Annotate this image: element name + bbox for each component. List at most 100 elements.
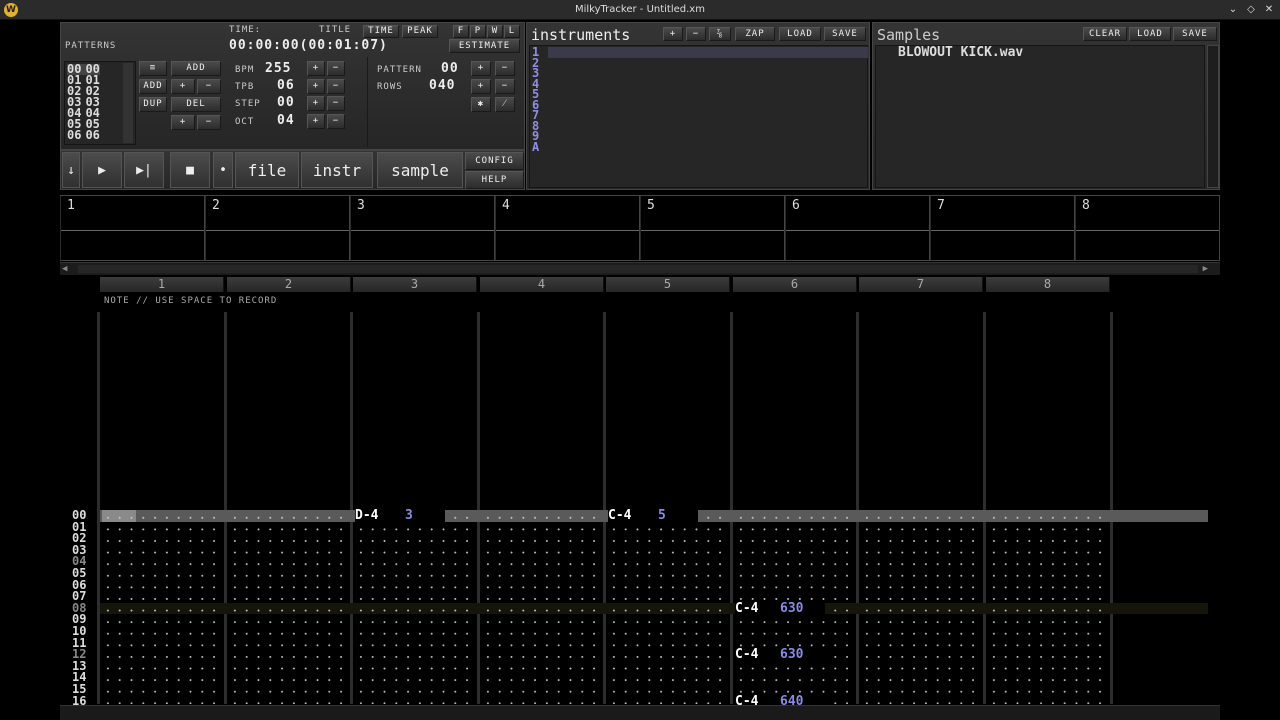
sample-load-button[interactable]: LOAD	[1129, 27, 1171, 41]
channel-scope[interactable]: 1	[60, 196, 205, 260]
expand-button[interactable]: ✱	[471, 97, 491, 112]
instruments-title: instruments	[531, 26, 631, 44]
bpm-label: BPM	[235, 65, 255, 75]
channel-header[interactable]: 1	[100, 277, 224, 292]
scope-waveline	[786, 230, 929, 231]
down-arrow-icon[interactable]: ↓	[62, 152, 80, 188]
bpm-value: 255	[265, 61, 292, 76]
add-order-button[interactable]: ADD	[139, 79, 167, 94]
channel-header[interactable]: 8	[986, 277, 1110, 292]
transport-bar: ↓ ▶ ▶| ■ • file instr sample CONFIG HELP	[60, 150, 525, 190]
peak-button[interactable]: PEAK	[402, 25, 438, 38]
tpb-minus-button[interactable]: −	[327, 79, 345, 94]
add-button[interactable]: ADD	[171, 61, 221, 76]
pattern-menu-button[interactable]: ≡	[139, 61, 167, 76]
rows-plus-button[interactable]: +	[471, 79, 491, 94]
note-cell[interactable]: C-4	[735, 647, 758, 662]
maximize-button[interactable]: ◇	[1244, 3, 1258, 17]
channel-scope[interactable]: 7	[930, 196, 1075, 260]
pattern-editor[interactable]: 00 01 02 03 04 05 06 07 08 09 10 11 12 13 14 15 16 D-4 3 C-…	[60, 312, 1210, 709]
pattern-plus-button[interactable]: +	[171, 115, 195, 130]
file-button[interactable]: file	[235, 152, 299, 188]
note-cell[interactable]: D-4	[355, 508, 378, 523]
channel-scope[interactable]: 6	[785, 196, 930, 260]
channel-scope[interactable]: 5	[640, 196, 785, 260]
channel-scope[interactable]: 2	[205, 196, 350, 260]
oct-minus-button[interactable]: −	[327, 114, 345, 129]
rows-minus-button[interactable]: −	[495, 79, 515, 94]
order-row[interactable]: 06 06	[67, 129, 100, 141]
sample-name[interactable]: BLOWOUT KICK.wav	[898, 46, 1023, 59]
instrument-cell[interactable]: 630	[780, 647, 803, 662]
f-button[interactable]: F	[453, 25, 469, 38]
instrument-minus-button[interactable]: −	[686, 27, 706, 41]
instrument-cell[interactable]: 5	[658, 508, 666, 523]
order-plus-button[interactable]: +	[171, 79, 195, 94]
note-cell[interactable]: C-4	[608, 508, 631, 523]
channel-header[interactable]: 3	[353, 277, 477, 292]
w-button[interactable]: W	[487, 25, 503, 38]
play-pattern-button[interactable]: ▶|	[124, 152, 164, 188]
minimize-button[interactable]: ⌄	[1226, 3, 1240, 17]
instrument-selection	[548, 47, 868, 58]
channel-header[interactable]: 4	[480, 277, 604, 292]
instrument-cell[interactable]: 3	[405, 508, 413, 523]
scroll-left-icon[interactable]: ◀	[62, 264, 67, 274]
stop-button[interactable]: ■	[170, 152, 210, 188]
sample-save-button[interactable]: SAVE	[1173, 27, 1217, 41]
instrument-load-button[interactable]: LOAD	[779, 27, 821, 41]
close-button[interactable]: ✕	[1262, 3, 1276, 17]
bottom-scrollbar[interactable]	[60, 705, 1220, 720]
instrument-cell[interactable]: 630	[780, 601, 803, 616]
channel-scope[interactable]: 3	[350, 196, 495, 260]
column-divider	[1110, 312, 1113, 704]
bpm-plus-button[interactable]: +	[307, 61, 325, 76]
help-button[interactable]: HELP	[465, 171, 524, 189]
p-button[interactable]: P	[470, 25, 486, 38]
pattern-number-minus-button[interactable]: −	[495, 61, 515, 76]
order-minus-button[interactable]: −	[197, 79, 221, 94]
swap-button[interactable]: ⅞	[709, 27, 731, 41]
bpm-minus-button[interactable]: −	[327, 61, 345, 76]
scope-label: 5	[647, 198, 655, 213]
instr-button[interactable]: instr	[301, 152, 373, 188]
scroll-right-icon[interactable]: ▶	[1203, 264, 1208, 274]
channel-scope[interactable]: 8	[1075, 196, 1220, 260]
tpb-plus-button[interactable]: +	[307, 79, 325, 94]
record-button[interactable]: •	[213, 152, 233, 188]
note-cell[interactable]: C-4	[735, 601, 758, 616]
channel-dots	[227, 512, 346, 704]
pattern-number-plus-button[interactable]: +	[471, 61, 491, 76]
channel-headers: 12345678	[100, 277, 1210, 292]
config-button[interactable]: CONFIG	[465, 152, 524, 170]
order-scrollbar[interactable]	[123, 63, 133, 143]
instrument-list[interactable]: 123456789A	[529, 45, 868, 188]
step-minus-button[interactable]: −	[327, 96, 345, 111]
pattern-minus-button[interactable]: −	[197, 115, 221, 130]
sample-scrollbar[interactable]	[1207, 45, 1219, 188]
estimate-button[interactable]: ESTIMATE	[449, 39, 520, 53]
instrument-plus-button[interactable]: +	[663, 27, 683, 41]
del-button[interactable]: DEL	[171, 97, 221, 112]
channel-header[interactable]: 7	[859, 277, 983, 292]
scroll-thumb[interactable]	[78, 265, 1198, 273]
instrument-save-button[interactable]: SAVE	[824, 27, 866, 41]
step-plus-button[interactable]: +	[307, 96, 325, 111]
instrument-number[interactable]: A	[532, 141, 539, 153]
oct-plus-button[interactable]: +	[307, 114, 325, 129]
channel-scope[interactable]: 4	[495, 196, 640, 260]
sample-list[interactable]: 0123456789ABC BLOWOUT KICK.wav	[875, 45, 1205, 188]
play-button[interactable]: ▶	[82, 152, 122, 188]
l-button[interactable]: L	[504, 25, 520, 38]
shrink-button[interactable]: ⁄	[495, 97, 515, 112]
zap-button[interactable]: ZAP	[735, 27, 775, 41]
sample-button[interactable]: sample	[377, 152, 463, 188]
pattern-hscrollbar[interactable]: ◀ ▶	[60, 262, 1220, 275]
dup-button[interactable]: DUP	[139, 97, 167, 112]
channel-header[interactable]: 5	[606, 277, 730, 292]
time-button[interactable]: TIME	[363, 25, 399, 38]
channel-header[interactable]: 2	[227, 277, 351, 292]
scope-label: 3	[357, 198, 365, 213]
channel-header[interactable]: 6	[733, 277, 857, 292]
sample-clear-button[interactable]: CLEAR	[1083, 27, 1127, 41]
